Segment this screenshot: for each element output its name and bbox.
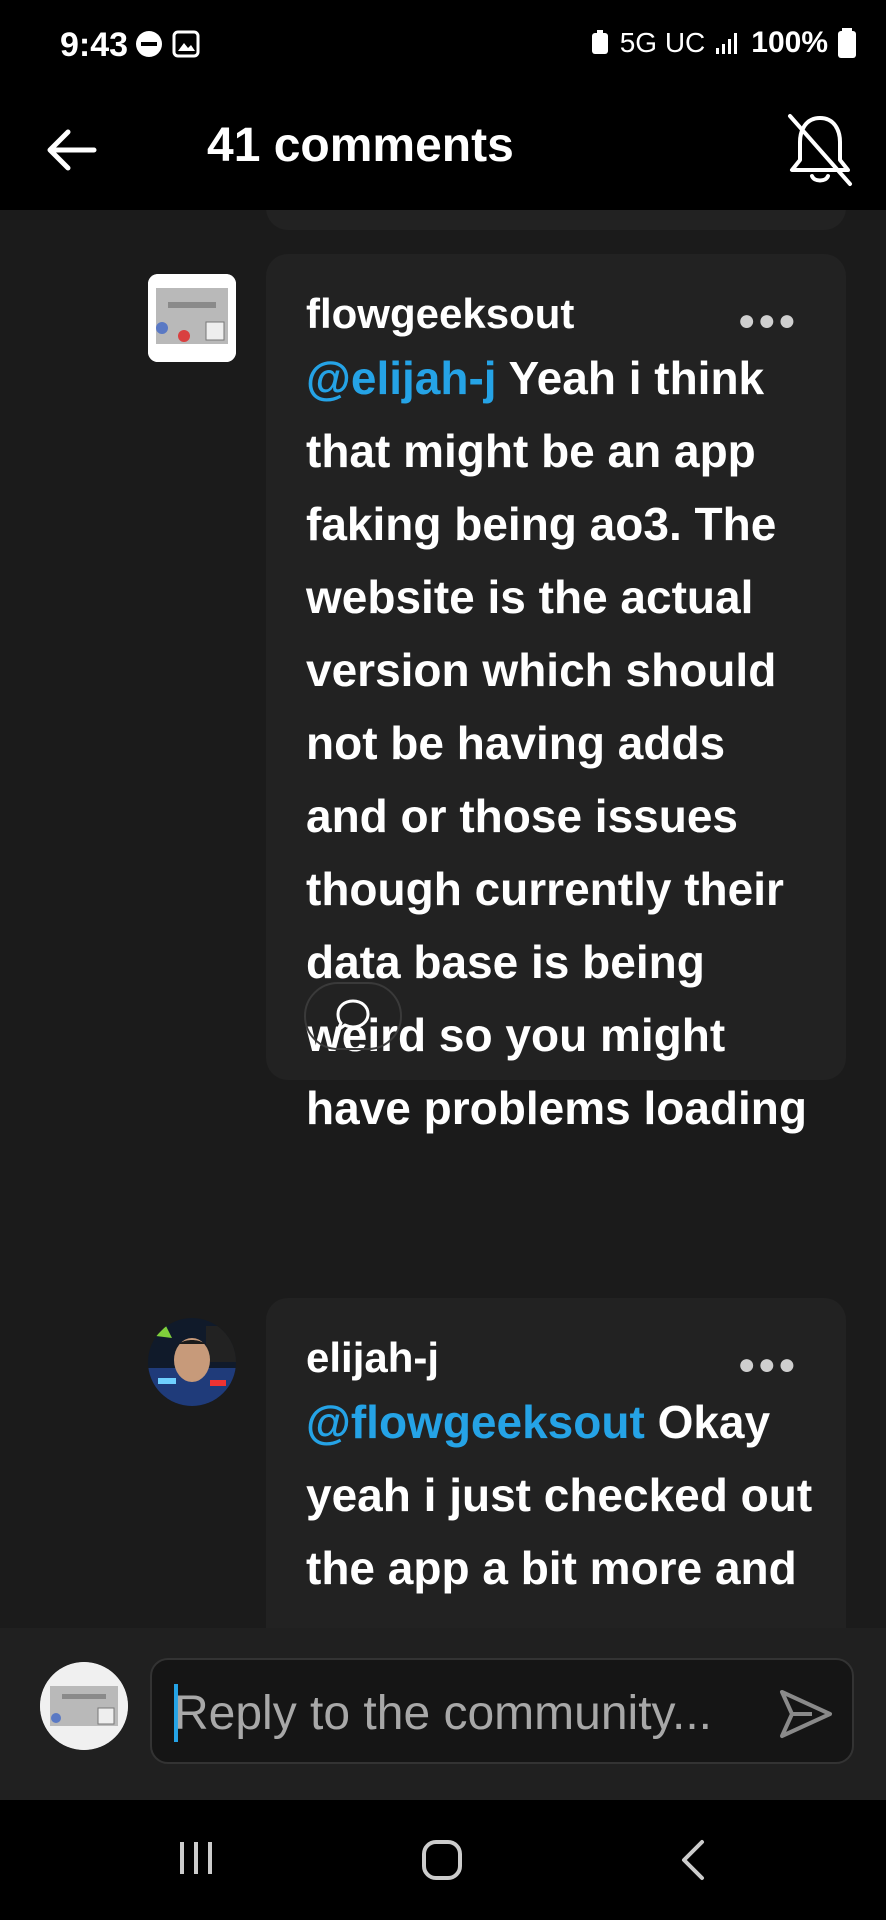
- battery-icon: [838, 28, 856, 58]
- app-bar: 41 comments: [0, 92, 886, 210]
- notifications-off-icon[interactable]: [784, 110, 856, 190]
- system-back-icon[interactable]: [674, 1838, 714, 1882]
- gallery-icon: [172, 30, 200, 58]
- avatar[interactable]: [148, 1318, 236, 1406]
- send-icon[interactable]: [776, 1684, 836, 1744]
- comment-line: and or those issues: [306, 790, 739, 842]
- comment-body: @flowgeeksout Okay yeah i just checked o…: [306, 1386, 821, 1605]
- comment-line: yeah i just checked out: [306, 1469, 813, 1521]
- reply-composer: Reply to the community...: [0, 1628, 886, 1800]
- previous-comment-card: [266, 210, 846, 230]
- comment-line: version which should: [306, 644, 777, 696]
- avatar[interactable]: [148, 274, 236, 362]
- more-options-icon[interactable]: ●●●: [738, 1348, 798, 1382]
- elijah-j-avatar-image: [148, 1318, 236, 1406]
- reply-button[interactable]: [304, 982, 402, 1050]
- system-nav-bar: [0, 1800, 886, 1920]
- comment-username[interactable]: flowgeeksout: [306, 290, 574, 338]
- dnd-icon: [136, 31, 162, 57]
- reply-input[interactable]: Reply to the community...: [150, 1658, 854, 1764]
- comment-line: not be having adds: [306, 717, 726, 769]
- back-arrow-icon[interactable]: [42, 120, 102, 180]
- my-avatar-image: [40, 1662, 128, 1750]
- comment-card: elijah-j ●●● @flowgeeksout Okay yeah i j…: [266, 1298, 846, 1628]
- comment-line: that might be an app: [306, 425, 756, 477]
- page-title: 41 comments: [207, 119, 514, 172]
- comment-card: flowgeeksout ●●● @elijah-j Yeah i think …: [266, 254, 846, 1134]
- status-time: 9:43: [60, 26, 129, 64]
- comment-line: Yeah i think: [508, 352, 765, 404]
- comment-line: data base is being: [306, 936, 705, 988]
- signal-icon: [716, 33, 738, 54]
- network-label: 5G UC: [619, 27, 706, 58]
- status-bar: 9:43 5G UC 100%: [0, 0, 886, 92]
- comments-feed[interactable]: flowgeeksout ●●● @elijah-j Yeah i think …: [0, 210, 886, 1628]
- comment-line: Okay: [657, 1396, 771, 1448]
- more-options-icon[interactable]: ●●●: [738, 304, 798, 338]
- comment-line: though currently their: [306, 863, 784, 915]
- comment-line: faking being ao3. The: [306, 498, 777, 550]
- data-saver-icon: [591, 30, 608, 54]
- home-icon[interactable]: [420, 1838, 464, 1882]
- comment-mention[interactable]: @flowgeeksout: [306, 1396, 645, 1448]
- recent-apps-icon[interactable]: [176, 1838, 216, 1878]
- battery-percent: 100%: [751, 26, 828, 59]
- comment-line: the app a bit more and: [306, 1542, 797, 1594]
- comment-username[interactable]: elijah-j: [306, 1334, 439, 1382]
- status-right: 5G UC 100%: [590, 26, 856, 60]
- comment-line: website is the actual: [306, 571, 754, 623]
- reply-placeholder: Reply to the community...: [174, 1687, 712, 1740]
- comment-mention[interactable]: @elijah-j: [306, 352, 497, 404]
- chat-bubble-icon: [336, 999, 370, 1032]
- flowgeeksout-avatar-image: [148, 274, 236, 362]
- comment-line: have problems loading: [306, 1082, 807, 1134]
- avatar: [40, 1662, 128, 1750]
